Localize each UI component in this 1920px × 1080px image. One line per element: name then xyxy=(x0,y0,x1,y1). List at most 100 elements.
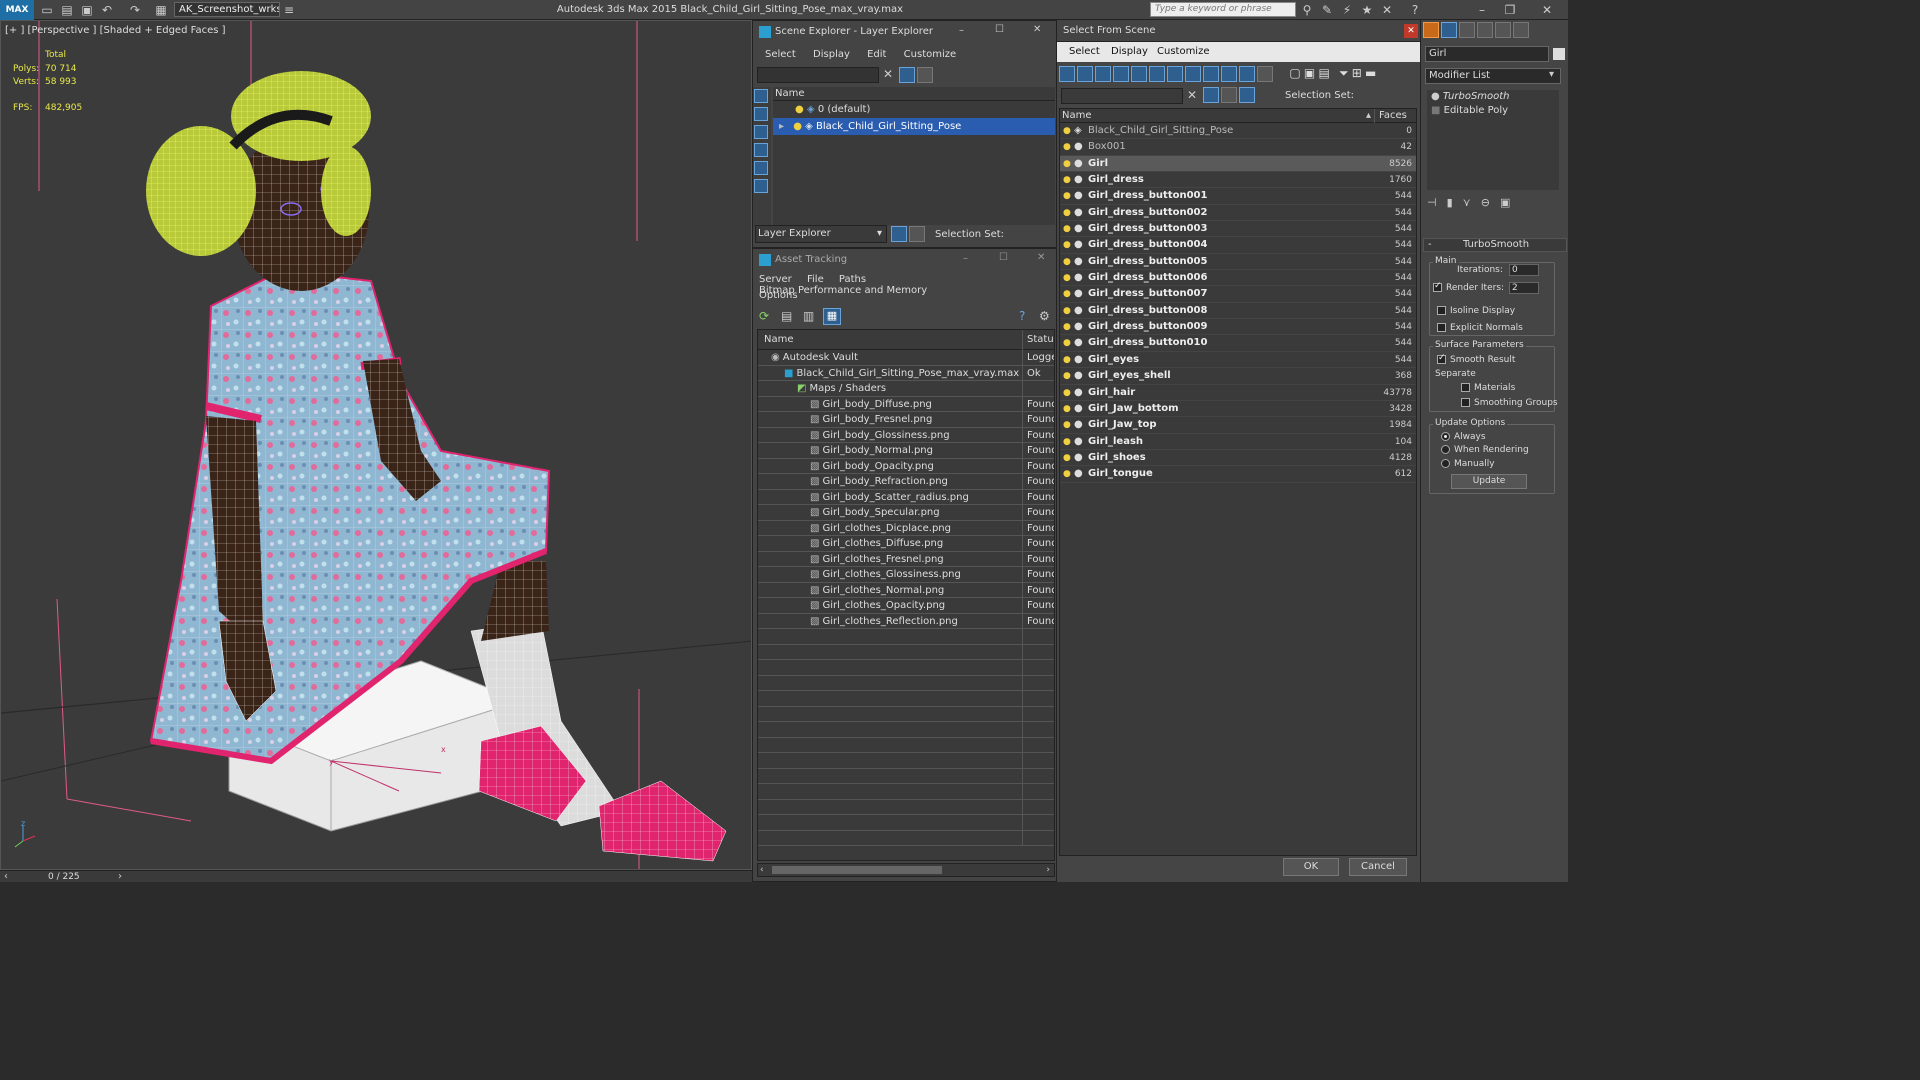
modifier-stack-item[interactable]: ● TurboSmooth xyxy=(1427,90,1559,104)
hierarchy-view-icon[interactable] xyxy=(1239,87,1255,103)
help-icon[interactable]: ? xyxy=(1019,309,1025,323)
minimize-icon[interactable]: – xyxy=(963,253,968,264)
pin-stack-icon[interactable]: ⊣ xyxy=(1427,196,1447,209)
asset-row[interactable]: ▧ Girl_body_Scatter_radius.png Found xyxy=(758,489,1054,505)
object-row[interactable]: ● ● Girl_dress_button009 544 xyxy=(1060,319,1416,336)
lightbulb-icon[interactable]: ● xyxy=(1431,91,1440,102)
tools-icon[interactable]: ✎ xyxy=(1320,3,1334,17)
close-icon[interactable]: ✕ xyxy=(1540,3,1554,17)
menu-file[interactable]: File xyxy=(807,274,824,285)
subscription-icon[interactable]: ⚡ xyxy=(1340,3,1354,17)
display-helpers-icon[interactable] xyxy=(1131,66,1147,82)
lightbulb-icon[interactable]: ● xyxy=(1063,156,1071,172)
restore-icon[interactable]: ❐ xyxy=(1503,3,1517,17)
asset-row[interactable]: ▧ Girl_clothes_Opacity.png Found xyxy=(758,598,1054,614)
asset-row[interactable]: ■ Black_Child_Girl_Sitting_Pose_max_vray.… xyxy=(758,365,1054,381)
object-row[interactable]: ● ● Girl_dress_button008 544 xyxy=(1060,303,1416,320)
search-input[interactable]: Type a keyword or phrase xyxy=(1150,2,1296,17)
layer-row[interactable]: ● ◈ 0 (default) xyxy=(773,101,1055,118)
lightbulb-icon[interactable]: ● xyxy=(1063,417,1071,433)
app-logo-icon[interactable]: MAX xyxy=(0,0,34,20)
refresh-icon[interactable]: ⟳ xyxy=(759,309,769,323)
asset-row[interactable]: ▧ Girl_body_Normal.png Found xyxy=(758,443,1054,459)
display-tab-icon[interactable] xyxy=(1495,22,1511,38)
lightbulb-icon[interactable]: ● xyxy=(1063,466,1071,482)
render-iters-checkbox[interactable] xyxy=(1433,281,1442,292)
menu-display[interactable]: Display xyxy=(813,49,850,60)
scroll-right-icon[interactable]: › xyxy=(1046,864,1050,876)
display-cameras-icon[interactable] xyxy=(1113,66,1129,82)
asset-row[interactable]: ▧ Girl_body_Opacity.png Found xyxy=(758,458,1054,474)
asset-row[interactable]: ◩ Maps / Shaders xyxy=(758,381,1054,397)
clear-search-icon[interactable]: ✕ xyxy=(1187,88,1197,102)
menu-edit[interactable]: Edit xyxy=(867,49,886,60)
list-view-icon[interactable]: ▤ xyxy=(781,309,792,323)
time-slider[interactable]: ‹ 0 / 225 › xyxy=(0,870,752,882)
lightbulb-icon[interactable]: ● xyxy=(793,121,802,132)
col-status-header[interactable]: Status xyxy=(1022,330,1054,350)
lightbulb-icon[interactable]: ● xyxy=(795,104,804,115)
always-radio[interactable] xyxy=(1441,432,1450,441)
thumbnail-view-icon[interactable]: ▥ xyxy=(803,309,814,323)
prev-frame-icon[interactable]: ‹ xyxy=(4,871,8,883)
close-icon[interactable]: ✕ xyxy=(1404,24,1418,38)
select-none-icon[interactable]: ▣ xyxy=(1304,66,1315,80)
menu-options[interactable]: Options xyxy=(759,290,798,301)
object-row[interactable]: ● ● Girl_dress_button010 544 xyxy=(1060,335,1416,352)
asset-row[interactable]: ▧ Girl_body_Diffuse.png Found xyxy=(758,396,1054,412)
display-cameras-icon[interactable] xyxy=(754,143,768,157)
sort-ascending-icon[interactable]: ▴ xyxy=(1366,109,1371,123)
object-row[interactable]: ● ● Girl_leash 104 xyxy=(1060,434,1416,450)
object-row[interactable]: ● ● Girl_dress_button003 544 xyxy=(1060,221,1416,238)
display-hidden-icon[interactable] xyxy=(1257,66,1273,82)
star-icon[interactable]: ★ xyxy=(1360,3,1374,17)
asset-row[interactable] xyxy=(758,722,1054,738)
object-row[interactable]: ● ◈ Black_Child_Girl_Sitting_Pose 0 xyxy=(1060,123,1416,140)
asset-row[interactable]: ▧ Girl_clothes_Glossiness.png Found xyxy=(758,567,1054,583)
layer-icon[interactable] xyxy=(1221,87,1237,103)
smoothing-groups-checkbox[interactable] xyxy=(1461,398,1470,407)
scene-search-field[interactable] xyxy=(757,67,879,83)
perspective-viewport[interactable]: [+ ] [Perspective ] [Shaded + Edged Face… xyxy=(0,20,752,870)
col-name-header[interactable]: Name xyxy=(1062,109,1092,123)
asset-row[interactable]: ▧ Girl_clothes_Diffuse.png Found xyxy=(758,536,1054,552)
utilities-tab-icon[interactable] xyxy=(1513,22,1529,38)
object-row[interactable]: ● ● Girl_dress_button007 544 xyxy=(1060,286,1416,303)
menu-select[interactable]: Select xyxy=(1069,46,1100,57)
asset-row[interactable] xyxy=(758,768,1054,784)
object-row[interactable]: ● ● Girl_dress_button004 544 xyxy=(1060,237,1416,254)
close-icon[interactable]: ✕ xyxy=(1033,24,1041,35)
lightbulb-icon[interactable]: ● xyxy=(1063,352,1071,368)
render-iters-spinner[interactable]: 2 xyxy=(1509,282,1539,294)
display-spacewarps-icon[interactable] xyxy=(754,179,768,193)
smooth-result-checkbox[interactable] xyxy=(1437,353,1446,364)
lightbulb-icon[interactable]: ● xyxy=(1063,434,1071,450)
object-row[interactable]: ● ● Girl_dress 1760 xyxy=(1060,172,1416,189)
chevron-down-icon[interactable]: ▾ xyxy=(1549,69,1554,80)
menu-customize[interactable]: Customize xyxy=(1157,46,1210,57)
sfs-search-field[interactable] xyxy=(1061,88,1183,104)
manually-radio[interactable] xyxy=(1441,459,1450,468)
object-row[interactable]: ● ● Girl_hair 43778 xyxy=(1060,385,1416,401)
asset-row[interactable] xyxy=(758,706,1054,722)
asset-row[interactable]: ▧ Girl_body_Glossiness.png Found xyxy=(758,427,1054,443)
display-spacewarps-icon[interactable] xyxy=(1149,66,1165,82)
lightbulb-icon[interactable]: ● xyxy=(1063,401,1071,417)
layer-row-selected[interactable]: ▸ ● ◈ Black_Child_Girl_Sitting_Pose xyxy=(773,118,1055,135)
object-row-selected[interactable]: ● ● Girl 8526 xyxy=(1060,155,1416,173)
display-lights-icon[interactable] xyxy=(1095,66,1111,82)
filter-icon[interactable]: ⏷ xyxy=(1339,66,1349,80)
object-row[interactable]: ● ● Girl_dress_button006 544 xyxy=(1060,270,1416,287)
object-row[interactable]: ● ● Box001 42 xyxy=(1060,139,1416,156)
binoculars-icon[interactable]: ⚲ xyxy=(1300,3,1314,17)
display-shapes-icon[interactable] xyxy=(1077,66,1093,82)
clear-search-icon[interactable]: ✕ xyxy=(883,67,893,81)
new-file-icon[interactable]: ▭ xyxy=(40,3,54,17)
menu-server[interactable]: Server xyxy=(759,274,792,285)
modifier-stack-item[interactable]: ■ Editable Poly xyxy=(1427,104,1559,118)
lightbulb-icon[interactable]: ● xyxy=(1063,188,1071,204)
menu-display[interactable]: Display xyxy=(1111,46,1148,57)
object-row[interactable]: ● ● Girl_eyes 544 xyxy=(1060,352,1416,369)
scrollbar-thumb[interactable] xyxy=(772,866,942,874)
close-icon[interactable]: ✕ xyxy=(1037,252,1045,263)
